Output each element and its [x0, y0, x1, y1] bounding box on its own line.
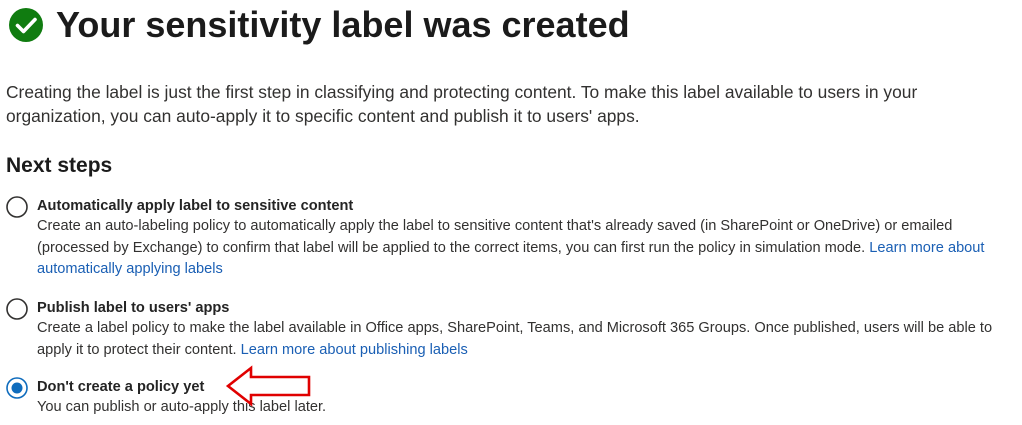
annotation-arrow-icon [225, 365, 311, 407]
option-title: Automatically apply label to sensitive c… [37, 198, 354, 214]
option-title: Publish label to users' apps [37, 300, 230, 316]
page-title: Your sensitivity label was created [56, 4, 630, 45]
radio-publish[interactable] [6, 298, 28, 320]
learn-more-publish-link[interactable]: Learn more about publishing labels [241, 342, 468, 358]
intro-text: Creating the label is just the first ste… [6, 82, 918, 126]
option-text: Automatically apply label to sensitive c… [37, 196, 1016, 281]
option-auto-apply[interactable]: Automatically apply label to sensitive c… [6, 196, 1016, 281]
page-header: Your sensitivity label was created [8, 4, 630, 46]
check-circle-icon [9, 8, 43, 42]
radio-no-policy[interactable] [6, 377, 28, 399]
radio-auto-apply[interactable] [6, 196, 28, 218]
next-steps-heading: Next steps [6, 154, 113, 177]
option-description-text: Create a label policy to make the label … [37, 320, 993, 358]
option-description: Create a label policy to make the label … [37, 318, 1016, 361]
option-description-text: Create an auto-labeling policy to automa… [37, 218, 953, 256]
option-description: Create an auto-labeling policy to automa… [37, 216, 1016, 281]
option-publish[interactable]: Publish label to users' apps Create a la… [6, 298, 1016, 361]
option-text: Publish label to users' apps Create a la… [37, 298, 1016, 361]
